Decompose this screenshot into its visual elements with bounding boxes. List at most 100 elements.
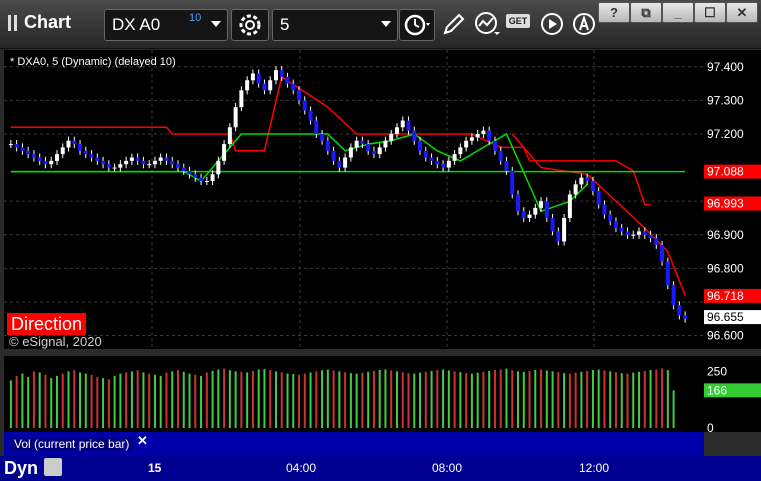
candle-body xyxy=(60,147,65,155)
lock-icon[interactable] xyxy=(44,458,62,476)
candle-body xyxy=(544,201,549,218)
cursor-icon[interactable] xyxy=(570,10,598,38)
candle-body xyxy=(671,285,676,306)
volume-chart xyxy=(9,368,675,428)
candle xyxy=(239,86,244,112)
candle xyxy=(31,150,36,162)
copyright-text: © eSignal, 2020 xyxy=(9,334,102,349)
candle xyxy=(256,69,261,88)
candle xyxy=(337,156,342,172)
candle xyxy=(60,143,65,159)
candle-body xyxy=(279,70,284,77)
interval-select[interactable]: 5 xyxy=(272,9,398,41)
candle-body xyxy=(642,231,647,235)
candle-body xyxy=(418,140,423,151)
candle xyxy=(222,140,227,165)
candle xyxy=(579,173,584,189)
candle-body xyxy=(550,217,555,232)
price-marker-label: 96.655 xyxy=(707,310,744,324)
candle xyxy=(608,210,613,226)
candle-body xyxy=(665,261,670,286)
candle xyxy=(83,146,88,159)
candle-body xyxy=(95,157,100,161)
candle-body xyxy=(291,83,296,91)
candle xyxy=(389,129,394,145)
candle xyxy=(383,136,388,152)
candle-body xyxy=(66,140,71,148)
settings-button[interactable] xyxy=(231,9,269,41)
candle-body xyxy=(210,174,215,182)
candle xyxy=(164,153,169,165)
chevron-down-icon[interactable] xyxy=(211,21,221,27)
maximize-button[interactable]: ☐ xyxy=(694,2,726,23)
candle xyxy=(268,76,273,95)
candle-body xyxy=(504,160,509,171)
symbol-value: DX A0 xyxy=(112,15,161,34)
candle-body xyxy=(204,181,209,183)
candle-body xyxy=(135,157,140,161)
candle xyxy=(441,160,446,172)
candle-body xyxy=(199,177,204,182)
candle-body xyxy=(222,144,227,161)
candle-body xyxy=(481,130,486,134)
close-button[interactable]: ✕ xyxy=(726,2,758,23)
dynamic-mode-label[interactable]: Dyn xyxy=(4,458,38,479)
price-axis[interactable]: 97.400 97.300 97.200 96.900 96.800 96.600 97.0… xyxy=(704,50,761,349)
study-icon[interactable] xyxy=(473,10,501,38)
chart-menu-button[interactable]: Chart xyxy=(6,12,71,33)
price-chart-area[interactable] xyxy=(4,50,704,349)
play-icon[interactable] xyxy=(538,10,566,38)
candle xyxy=(516,190,520,216)
candle-body xyxy=(8,144,13,146)
candle-body xyxy=(366,144,371,151)
volume-axis[interactable]: 250 0 166 xyxy=(704,356,761,435)
time-axis[interactable] xyxy=(0,456,761,481)
toolbar: Chart DX A0 10 5 GET ? ⧉ _ ☐ ✕ xyxy=(0,0,761,49)
chevron-down-icon[interactable] xyxy=(381,21,391,27)
candle xyxy=(135,153,140,165)
candle-body xyxy=(619,228,624,232)
candle xyxy=(181,163,186,175)
candle-body xyxy=(464,140,469,148)
get-data-icon[interactable]: GET xyxy=(506,14,530,28)
candle xyxy=(400,116,405,132)
candle xyxy=(677,301,682,320)
candle-body xyxy=(112,167,117,169)
candle-body xyxy=(429,157,434,161)
gear-icon xyxy=(239,14,261,36)
candle-body xyxy=(152,160,157,165)
candle xyxy=(245,76,250,95)
candle xyxy=(464,136,469,152)
restore-window-button[interactable]: ⧉ xyxy=(630,2,662,23)
candle-body xyxy=(239,90,244,108)
candle-body xyxy=(273,70,278,81)
candle-body xyxy=(475,133,480,138)
delay-badge: 10 xyxy=(189,12,202,24)
candle-body xyxy=(613,221,618,229)
symbol-input[interactable]: DX A0 10 xyxy=(104,9,228,41)
candle-body xyxy=(337,160,342,168)
candle xyxy=(533,203,538,219)
candle-body xyxy=(510,170,515,195)
volume-chart-area[interactable] xyxy=(4,356,704,432)
time-template-button[interactable] xyxy=(399,9,435,41)
candle xyxy=(625,227,630,239)
candle-body xyxy=(371,150,376,155)
close-icon[interactable]: ✕ xyxy=(137,433,148,449)
candle-body xyxy=(43,160,48,165)
candle xyxy=(481,126,486,139)
candle xyxy=(308,106,313,125)
candle-body xyxy=(573,184,578,195)
candle xyxy=(285,72,290,88)
help-button[interactable]: ? xyxy=(598,2,630,23)
candle-body xyxy=(521,211,526,218)
clock-icon xyxy=(404,14,430,36)
pencil-icon[interactable] xyxy=(440,10,468,38)
time-label: 12:00 xyxy=(579,461,610,475)
candle-body xyxy=(343,157,348,168)
volume-axis-labels: 250 0 166 xyxy=(704,364,761,435)
candle-body xyxy=(516,194,520,212)
candle xyxy=(331,146,336,165)
minimize-button[interactable]: _ xyxy=(662,2,694,23)
candle-body xyxy=(106,164,111,168)
